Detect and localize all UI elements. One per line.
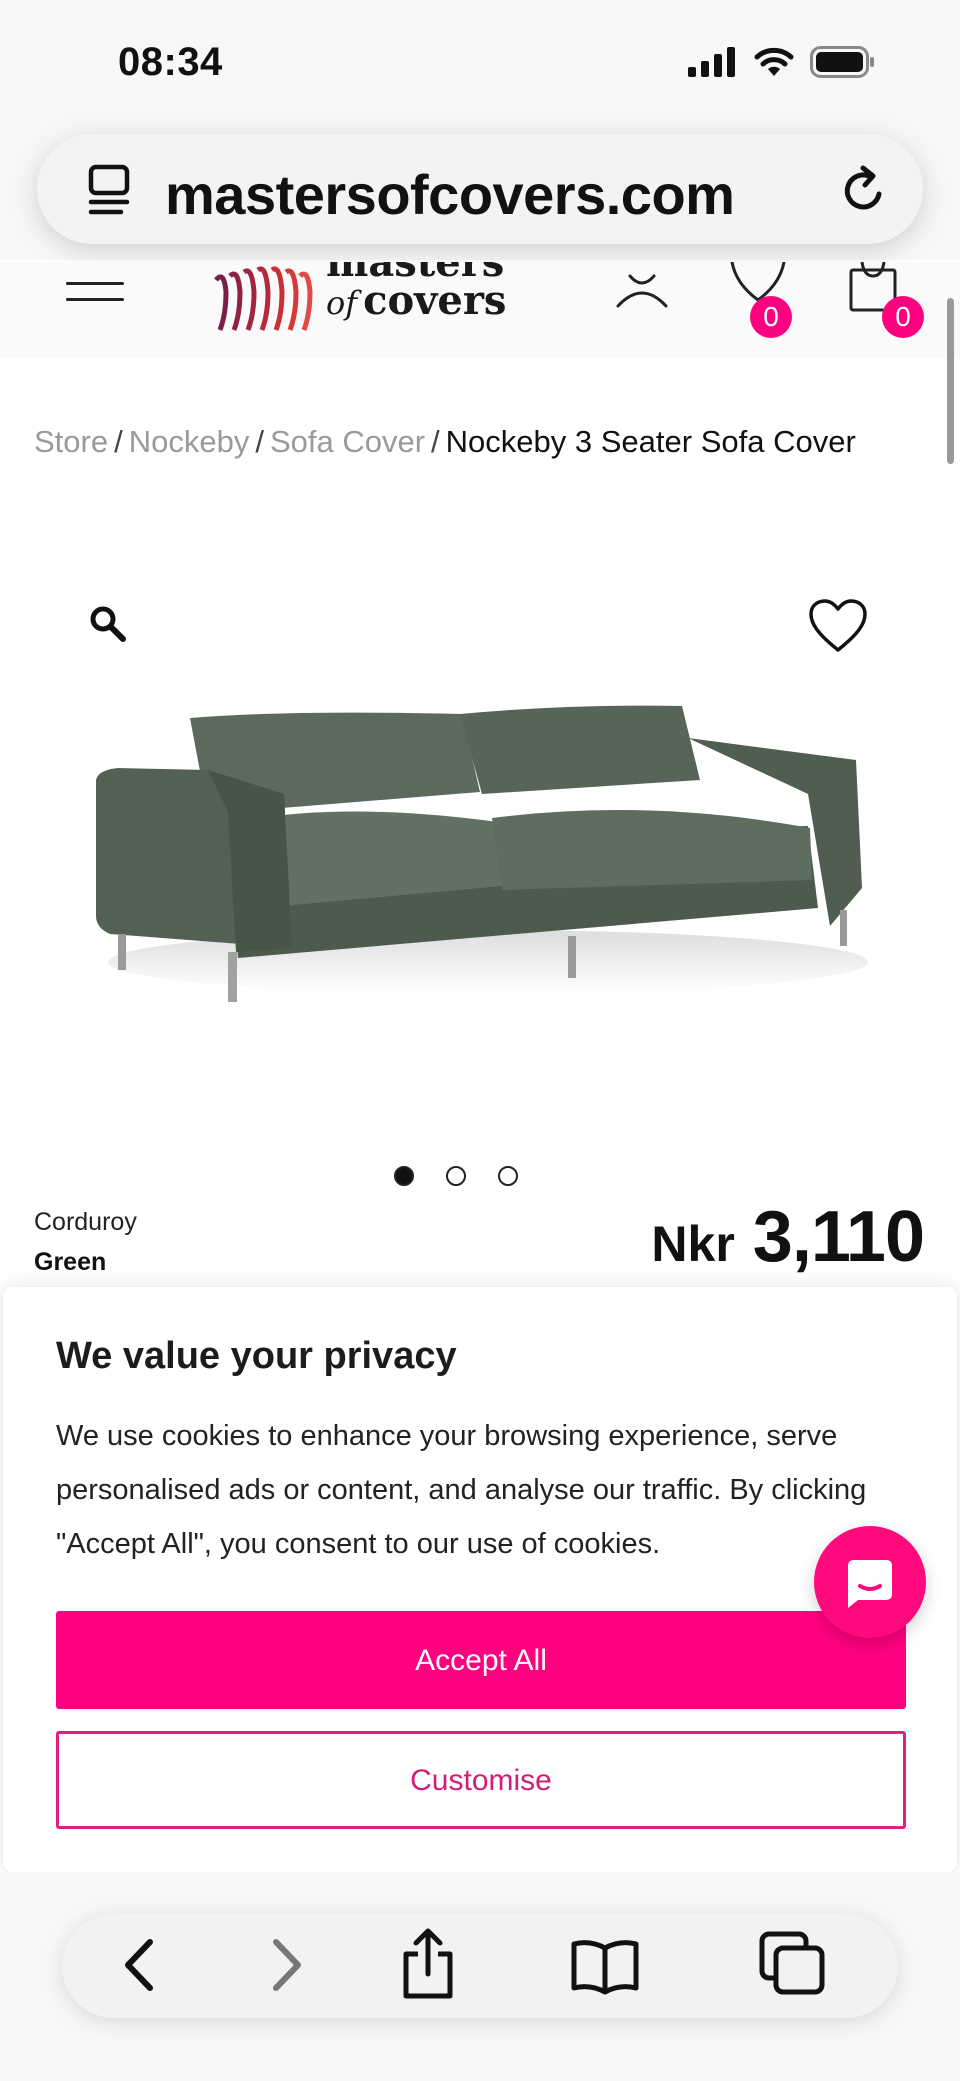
wishlist-heart-icon[interactable] bbox=[728, 262, 788, 302]
status-bar: 08:34 bbox=[0, 0, 960, 130]
logo-covers: covers bbox=[363, 277, 507, 324]
status-icons bbox=[688, 46, 876, 78]
product-color: Green bbox=[34, 1248, 107, 1276]
site-logo[interactable]: masters of covers bbox=[214, 262, 506, 334]
breadcrumb-nockeby[interactable]: Nockeby bbox=[129, 424, 250, 459]
breadcrumb-separator: / bbox=[431, 424, 440, 459]
product-image-sofa[interactable] bbox=[88, 690, 878, 1050]
cookie-title: We value your privacy bbox=[56, 1335, 457, 1377]
page-menu-icon[interactable] bbox=[87, 164, 133, 216]
battery-icon bbox=[810, 46, 874, 78]
cookie-body: We use cookies to enhance your browsing … bbox=[56, 1420, 867, 1560]
menu-icon[interactable] bbox=[66, 282, 124, 314]
chat-bubble-icon bbox=[848, 1560, 892, 1608]
cart-count-badge: 0 bbox=[882, 296, 924, 338]
address-bar[interactable]: mastersofcovers.com bbox=[37, 134, 923, 244]
customise-button[interactable]: Customise bbox=[56, 1731, 906, 1829]
price-amount: 3,110 bbox=[752, 1197, 925, 1277]
breadcrumb-separator: / bbox=[114, 424, 123, 459]
account-icon[interactable] bbox=[612, 272, 672, 312]
zoom-search-icon[interactable] bbox=[88, 604, 128, 644]
browser-chrome-top: mastersofcovers.com bbox=[0, 120, 960, 260]
breadcrumb: Store / Nockeby / Sofa Cover / Nockeby 3 Seate… bbox=[34, 424, 856, 460]
accept-all-button[interactable]: Accept All bbox=[56, 1611, 906, 1709]
breadcrumb-store[interactable]: Store bbox=[34, 424, 108, 459]
product-price: Nkr 3,110 bbox=[651, 1196, 925, 1278]
gallery-dot-2[interactable] bbox=[446, 1166, 466, 1186]
share-icon[interactable] bbox=[398, 1926, 458, 2002]
favorite-heart-icon[interactable] bbox=[808, 598, 868, 654]
bookmarks-icon[interactable] bbox=[570, 1936, 640, 1996]
page-scrollbar[interactable] bbox=[947, 298, 954, 464]
logo-mark-icon bbox=[214, 266, 313, 331]
reload-icon[interactable] bbox=[839, 164, 889, 216]
breadcrumb-separator: / bbox=[255, 424, 264, 459]
url-text[interactable]: mastersofcovers.com bbox=[165, 162, 735, 227]
logo-wordmark: masters of covers bbox=[326, 262, 506, 322]
logo-line2: of covers bbox=[326, 281, 506, 323]
gallery-dot-1[interactable] bbox=[394, 1166, 414, 1186]
back-icon[interactable] bbox=[114, 1932, 164, 1998]
cellular-signal-icon bbox=[688, 47, 735, 77]
browser-toolbar bbox=[62, 1914, 898, 2018]
product-material: Corduroy bbox=[34, 1208, 137, 1236]
price-currency: Nkr bbox=[651, 1216, 735, 1272]
wishlist-count-badge: 0 bbox=[750, 296, 792, 338]
forward-icon[interactable] bbox=[262, 1932, 312, 1998]
site-header: masters of covers 0 0 bbox=[0, 262, 960, 358]
tabs-icon[interactable] bbox=[758, 1930, 828, 1996]
gallery-dot-3[interactable] bbox=[498, 1166, 518, 1186]
chat-button[interactable] bbox=[814, 1526, 926, 1638]
status-time: 08:34 bbox=[118, 40, 223, 84]
breadcrumb-sofa-cover[interactable]: Sofa Cover bbox=[270, 424, 425, 459]
wifi-icon bbox=[754, 47, 794, 76]
breadcrumb-current: Nockeby 3 Seater Sofa Cover bbox=[445, 424, 856, 459]
gallery-pagination bbox=[394, 1166, 518, 1186]
logo-of: of bbox=[326, 284, 358, 322]
